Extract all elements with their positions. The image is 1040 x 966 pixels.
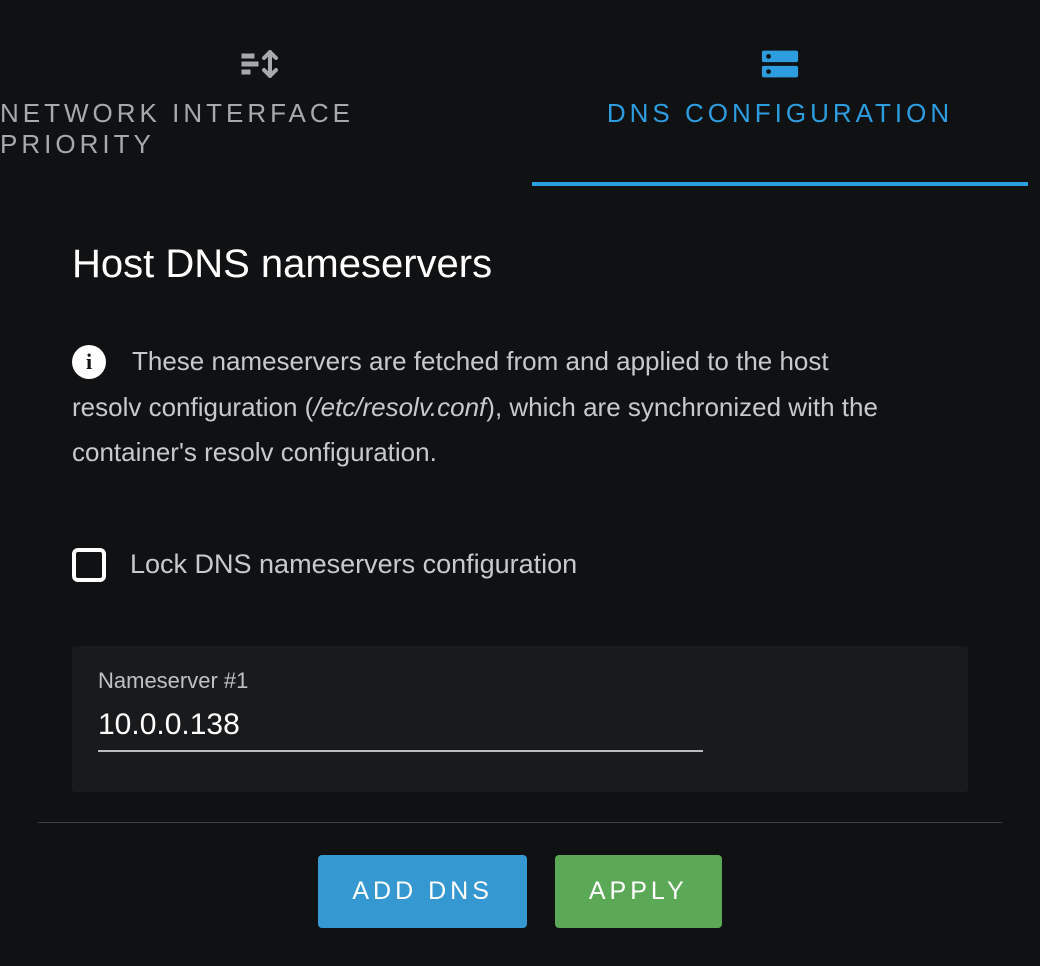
info-text-line2-post: ), which are synchronized with the — [486, 392, 878, 422]
priority-sort-icon — [240, 48, 280, 80]
add-dns-button[interactable]: ADD DNS — [318, 855, 527, 928]
info-text-line1: These nameservers are fetched from and a… — [132, 339, 829, 385]
info-text-line3: container's resolv configuration. — [72, 437, 437, 467]
nameserver-input[interactable] — [98, 704, 703, 752]
lock-dns-checkbox-row[interactable]: Lock DNS nameservers configuration — [72, 548, 968, 582]
tab-dns-configuration[interactable]: DNS CONFIGURATION — [520, 48, 1040, 186]
nameserver-field-label: Nameserver #1 — [98, 668, 942, 694]
content-area: Host DNS nameservers i These nameservers… — [0, 186, 1040, 966]
info-icon: i — [72, 345, 106, 379]
info-text-line2-pre: resolv configuration ( — [72, 392, 313, 422]
tab-label: DNS CONFIGURATION — [607, 98, 953, 129]
tab-label: NETWORK INTERFACE PRIORITY — [0, 98, 520, 160]
info-text-line2-path: /etc/resolv.conf — [313, 392, 486, 422]
dns-server-icon — [760, 48, 800, 80]
divider — [38, 822, 1002, 823]
info-note: i These nameservers are fetched from and… — [72, 339, 968, 476]
tab-bar: NETWORK INTERFACE PRIORITY DNS CONFIGURA… — [0, 0, 1040, 186]
apply-button[interactable]: APPLY — [555, 855, 722, 928]
lock-dns-checkbox-label: Lock DNS nameservers configuration — [130, 549, 577, 580]
nameserver-card: Nameserver #1 — [72, 646, 968, 792]
tab-network-interface-priority[interactable]: NETWORK INTERFACE PRIORITY — [0, 48, 520, 186]
button-row: ADD DNS APPLY — [72, 855, 968, 966]
lock-dns-checkbox[interactable] — [72, 548, 106, 582]
section-title: Host DNS nameservers — [72, 242, 968, 287]
